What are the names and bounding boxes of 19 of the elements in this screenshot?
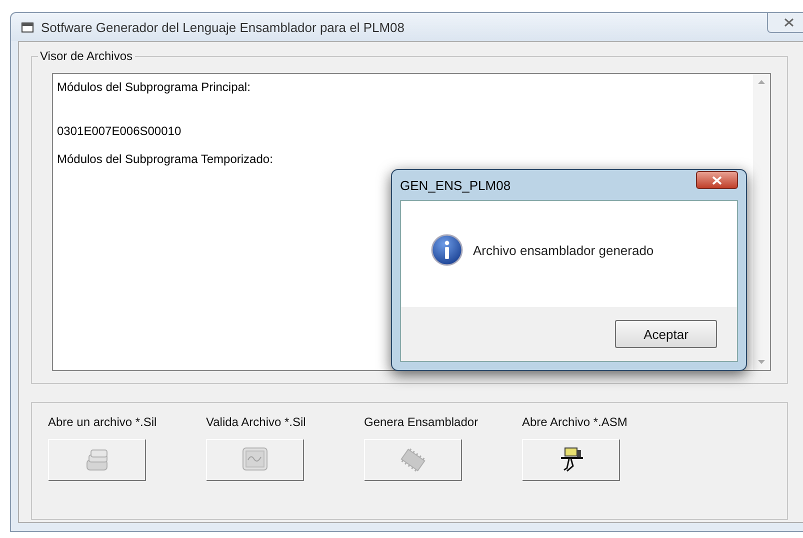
dialog-message: Archivo ensamblador generado [473,242,654,258]
action-label: Genera Ensamblador [364,415,478,429]
info-icon [431,234,463,266]
accept-button[interactable]: Aceptar [615,320,717,348]
action-label: Abre un archivo *.Sil [48,415,157,429]
window-title: Sotfware Generador del Lenguaje Ensamblador para el PLM08 [41,20,406,34]
action-label: Valida Archivo *.Sil [206,415,306,429]
close-button[interactable] [767,13,803,33]
text-line: Módulos del Subprograma Principal: [57,80,250,94]
group-label: Visor de Archivos [38,49,134,63]
dialog-title: GEN_ENS_PLM08 [400,178,511,192]
close-icon [784,18,794,27]
action-label: Abre Archivo *.ASM [522,415,628,429]
tool-button[interactable] [522,439,620,481]
close-button[interactable] [696,171,738,189]
text-line: 0301E007E006S00010 [57,124,182,138]
window-icon [21,21,35,33]
text-line: Módulos del Subprograma Temporizado: [57,152,273,166]
close-icon [712,176,722,184]
